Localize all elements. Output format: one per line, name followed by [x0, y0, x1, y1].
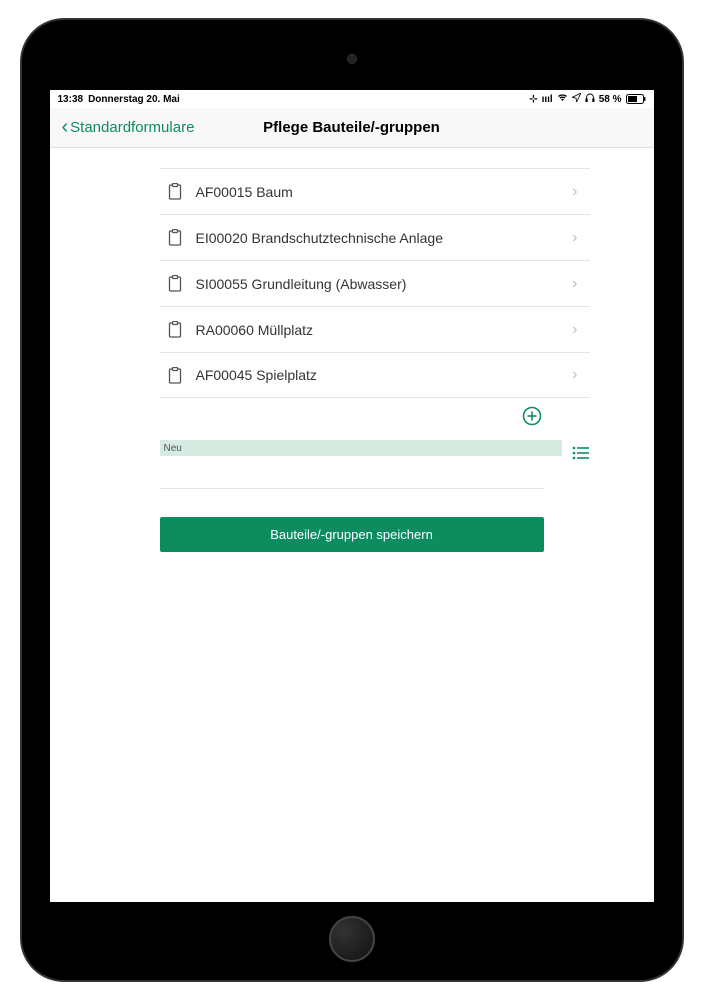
list-item[interactable]: AF00045 Spielplatz › [160, 352, 590, 398]
status-time: 13:38 [58, 94, 84, 105]
chevron-right-icon: › [572, 275, 577, 293]
signal-bars-icon: ıııl [542, 94, 553, 105]
status-right: ⊹ ıııl 58 % [529, 93, 645, 105]
new-input-bar[interactable]: Neu [160, 440, 562, 456]
clipboard-icon [168, 183, 182, 200]
camera-dot [347, 54, 357, 64]
save-button[interactable]: Bauteile/-gruppen speichern [160, 517, 544, 552]
items-list: AF00015 Baum › EI00020 Brandschutztechni… [160, 168, 590, 398]
item-label: RA00060 Müllplatz [196, 322, 573, 338]
new-label: Neu [164, 443, 182, 454]
item-label: SI00055 Grundleitung (Abwasser) [196, 276, 573, 292]
battery-text: 58 % [599, 94, 622, 105]
chevron-right-icon: › [572, 366, 577, 384]
new-section: Neu [160, 432, 590, 464]
chevron-right-icon: › [572, 229, 577, 247]
clipboard-icon [168, 321, 182, 338]
nav-cross-icon: ⊹ [529, 94, 537, 105]
action-icons-row [50, 406, 542, 426]
list-item[interactable]: SI00055 Grundleitung (Abwasser) › [160, 260, 590, 306]
item-label: AF00015 Baum [196, 184, 573, 200]
chevron-right-icon: › [572, 183, 577, 201]
location-icon [572, 93, 581, 105]
save-button-label: Bauteile/-gruppen speichern [270, 527, 433, 542]
divider [160, 488, 544, 489]
status-bar: 13:38 Donnerstag 20. Mai ⊹ ıııl 58 % [50, 90, 654, 108]
nav-header: ‹ Standardformulare Pflege Bauteile/-gru… [50, 108, 654, 148]
ipad-device-frame: 13:38 Donnerstag 20. Mai ⊹ ıııl 58 % [22, 20, 682, 980]
page-title: Pflege Bauteile/-gruppen [263, 119, 440, 136]
chevron-right-icon: › [572, 321, 577, 339]
back-label: Standardformulare [70, 119, 194, 136]
item-label: EI00020 Brandschutztechnische Anlage [196, 230, 573, 246]
clipboard-icon [168, 229, 182, 246]
clipboard-icon [168, 275, 182, 292]
list-item[interactable]: EI00020 Brandschutztechnische Anlage › [160, 214, 590, 260]
status-date: Donnerstag 20. Mai [88, 94, 180, 105]
chevron-left-icon: ‹ [62, 116, 69, 139]
battery-icon [626, 94, 646, 104]
wifi-icon [557, 93, 568, 105]
list-item[interactable]: AF00015 Baum › [160, 168, 590, 214]
list-item[interactable]: RA00060 Müllplatz › [160, 306, 590, 352]
clipboard-icon [168, 367, 182, 384]
status-left: 13:38 Donnerstag 20. Mai [58, 94, 180, 105]
content-area: AF00015 Baum › EI00020 Brandschutztechni… [50, 168, 654, 552]
home-button[interactable] [329, 916, 375, 962]
screen: 13:38 Donnerstag 20. Mai ⊹ ıııl 58 % [50, 90, 654, 902]
add-button[interactable] [522, 406, 542, 426]
back-button[interactable]: ‹ Standardformulare [62, 116, 195, 139]
headphones-icon [585, 93, 595, 105]
item-label: AF00045 Spielplatz [196, 367, 573, 383]
list-menu-button[interactable] [572, 446, 590, 464]
